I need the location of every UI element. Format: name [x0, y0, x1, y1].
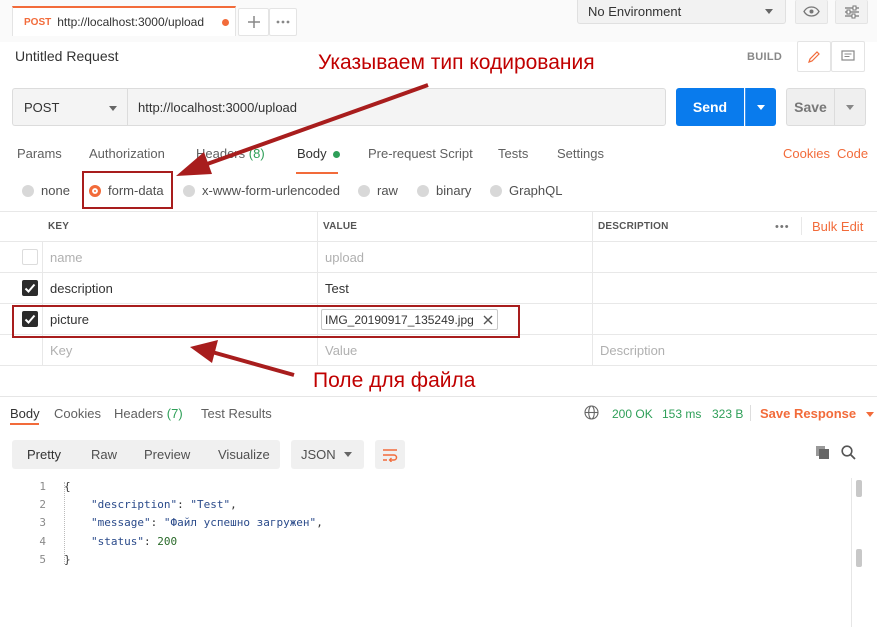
arrow-encoding: [176, 83, 429, 176]
annotation-file-field: Поле для файла: [313, 369, 476, 392]
arrow-file-field: [190, 340, 295, 377]
annotation-arrows: [176, 83, 429, 377]
annotation-encoding: Указываем тип кодирования: [318, 51, 595, 74]
